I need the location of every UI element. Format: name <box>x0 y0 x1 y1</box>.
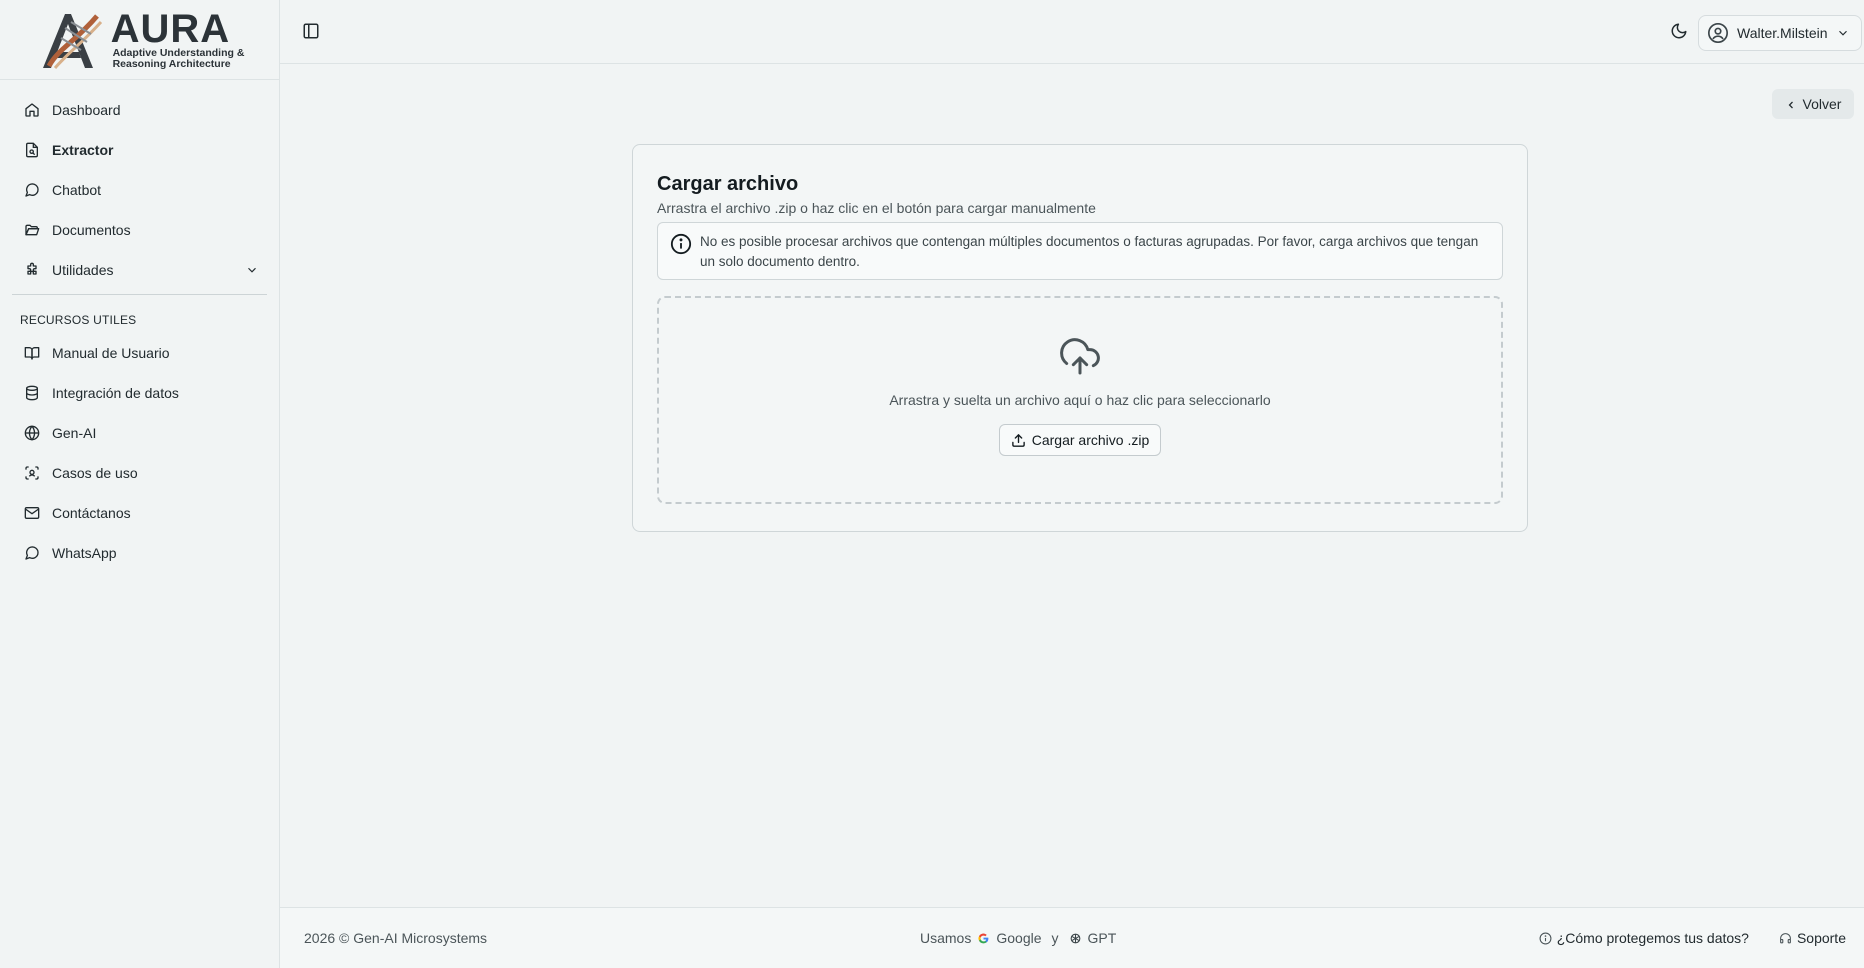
copyright-text: 2026 © Gen-AI Microsystems <box>304 930 488 946</box>
headset-icon <box>1779 932 1792 945</box>
info-alert: No es posible procesar archivos que cont… <box>657 222 1503 280</box>
file-dropzone[interactable]: Arrastra y suelta un archivo aquí o haz … <box>657 296 1503 504</box>
brand-tagline-2: Reasoning Architecture <box>112 57 231 70</box>
database-icon <box>24 385 40 401</box>
uses-label: Usamos <box>920 930 972 946</box>
support-link[interactable]: Soporte <box>1779 930 1846 946</box>
sidebar-item-label: WhatsApp <box>52 545 117 561</box>
upload-zip-button[interactable]: Cargar archivo .zip <box>999 424 1161 456</box>
sidebar: AURA Adaptive Understanding & Reasoning … <box>0 0 280 968</box>
sidebar-item-label: Dashboard <box>52 102 121 118</box>
globe-icon <box>24 425 40 441</box>
sidebar-item-dashboard[interactable]: Dashboard <box>0 90 279 130</box>
card-title: Cargar archivo <box>657 173 799 195</box>
sidebar-item-utilidades[interactable]: Utilidades <box>0 250 279 290</box>
logo-area: AURA Adaptive Understanding & Reasoning … <box>0 0 279 80</box>
privacy-link[interactable]: ¿Cómo protegemos tus datos? <box>1539 930 1749 946</box>
upload-button-label: Cargar archivo .zip <box>1031 432 1150 448</box>
card-subtitle: Arrastra el archivo .zip o haz clic en e… <box>657 200 1096 216</box>
aura-logo-mark <box>42 13 102 69</box>
openai-icon <box>1069 932 1082 945</box>
info-icon <box>670 233 692 255</box>
user-name: Walter.Milstein <box>1737 25 1828 41</box>
chevron-down-icon <box>245 263 259 277</box>
user-circle-icon <box>1707 22 1729 44</box>
brand-name: AURA <box>110 6 231 51</box>
sidebar-item-label: Manual de Usuario <box>52 345 170 361</box>
powered-by: Usamos Google y GPT <box>920 930 1116 946</box>
puzzle-icon <box>24 262 40 278</box>
sidebar-toggle-icon[interactable] <box>302 22 320 40</box>
sidebar-item-label: Chatbot <box>52 182 102 198</box>
provider-gpt: GPT <box>1087 930 1117 946</box>
scan-face-icon <box>24 465 40 481</box>
sidebar-item-integracion[interactable]: Integración de datos <box>0 373 279 413</box>
chat-bubble-icon <box>24 545 40 561</box>
dropzone-text: Arrastra y suelta un archivo aquí o haz … <box>889 392 1271 408</box>
sidebar-item-label: Utilidades <box>52 262 114 278</box>
chevron-down-icon <box>1836 26 1850 40</box>
support-link-label: Soporte <box>1796 930 1846 946</box>
file-search-icon <box>24 142 40 158</box>
moon-icon[interactable] <box>1670 22 1688 40</box>
user-menu-button[interactable]: Walter.Milstein <box>1698 15 1862 51</box>
sidebar-item-label: Casos de uso <box>52 465 138 481</box>
sidebar-item-contactanos[interactable]: Contáctanos <box>0 493 279 533</box>
brand-tagline-1: Adaptive Understanding & <box>112 46 245 59</box>
footer-links: ¿Cómo protegemos tus datos? Soporte <box>1539 930 1846 946</box>
sidebar-item-label: Integración de datos <box>52 385 179 401</box>
sidebar-item-casos-de-uso[interactable]: Casos de uso <box>0 453 279 493</box>
sidebar-item-whatsapp[interactable]: WhatsApp <box>0 533 279 573</box>
sidebar-item-label: Gen-AI <box>52 425 97 441</box>
sidebar-item-label: Extractor <box>52 142 114 158</box>
mail-icon <box>24 505 40 521</box>
sidebar-item-label: Documentos <box>52 222 131 238</box>
sidebar-item-label: Contáctanos <box>52 505 131 521</box>
back-button-label: Volver <box>1802 96 1842 112</box>
aura-logo[interactable]: AURA Adaptive Understanding & Reasoning … <box>35 6 245 72</box>
chat-bubble-icon <box>24 182 40 198</box>
sidebar-item-documentos[interactable]: Documentos <box>0 210 279 250</box>
footer: 2026 © Gen-AI Microsystems Usamos Google… <box>280 907 1864 968</box>
info-icon <box>1539 932 1552 945</box>
chevron-left-icon <box>1785 98 1797 110</box>
alert-text: No es posible procesar archivos que cont… <box>700 234 1479 269</box>
home-icon <box>24 102 40 118</box>
sidebar-item-gen-ai[interactable]: Gen-AI <box>0 413 279 453</box>
sidebar-item-chatbot[interactable]: Chatbot <box>0 170 279 210</box>
folder-open-icon <box>24 222 40 238</box>
section-title-resources: RECURSOS UTILES <box>20 313 137 327</box>
sidebar-item-manual[interactable]: Manual de Usuario <box>0 333 279 373</box>
back-button[interactable]: Volver <box>1772 89 1854 119</box>
provider-google: Google <box>996 930 1042 946</box>
upload-icon <box>1011 433 1026 448</box>
sidebar-item-extractor[interactable]: Extractor <box>0 130 279 170</box>
and-label: y <box>1051 930 1059 946</box>
cloud-upload-icon <box>1060 338 1100 378</box>
upload-card: Cargar archivo Arrastra el archivo .zip … <box>632 144 1528 532</box>
privacy-link-label: ¿Cómo protegemos tus datos? <box>1556 930 1749 946</box>
main-nav: Dashboard Extractor Chatbot Documentos U… <box>0 80 279 573</box>
google-icon <box>977 932 990 945</box>
top-header: Walter.Milstein <box>280 0 1864 64</box>
book-open-icon <box>24 345 40 361</box>
